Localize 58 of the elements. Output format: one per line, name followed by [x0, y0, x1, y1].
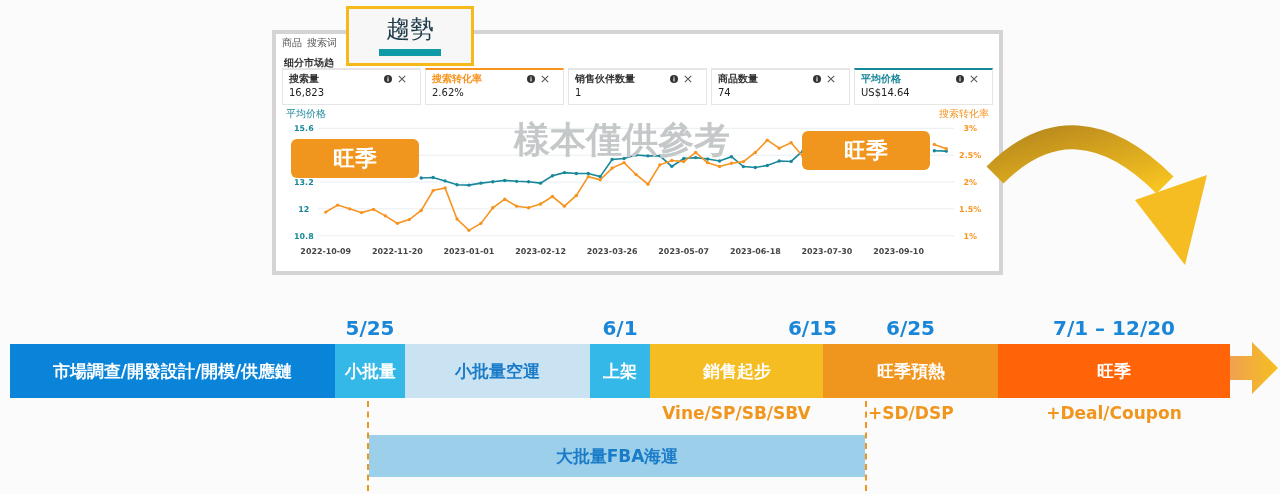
phase-segment: 旺季預熱: [823, 344, 998, 398]
phase-segment: 市場調查/開發設計/開模/供應鏈: [10, 344, 335, 398]
x-tick-label: 2022-11-20: [371, 246, 423, 256]
metric-value: US$14.64: [861, 87, 911, 98]
section-title: 细分市场趋: [284, 57, 334, 68]
y-tick-label: 2%: [963, 178, 977, 187]
axis-title: 搜索转化率: [939, 108, 989, 120]
y-tick-label: 10.8: [294, 231, 314, 241]
axis-title: 平均价格: [286, 108, 326, 120]
y-tick-label: 1%: [963, 231, 977, 241]
y-tick-label: 3%: [963, 124, 977, 134]
phase-segment: 小批量空運: [405, 344, 590, 398]
metric-label: 销售伙伴数量: [575, 72, 636, 86]
metric-value: 1: [575, 87, 583, 98]
phase-segment: 上架: [590, 344, 650, 398]
metric-label: 商品数量: [718, 72, 759, 86]
callout-title: 趨勢: [386, 14, 434, 45]
milestone-date: 6/1: [602, 316, 638, 340]
milestone-date: 6/15: [787, 316, 837, 340]
ad-note: +SD/DSP: [868, 403, 954, 423]
y-tick-label: 2.5%: [959, 151, 982, 161]
metric-value: 2.62%: [432, 87, 465, 98]
watermark-text: 樣本僅供參考: [514, 118, 730, 162]
tab[interactable]: 搜索词: [307, 36, 337, 50]
ad-note: +Deal/Coupon: [1046, 403, 1182, 423]
ad-note: Vine/SP/SB/SBV: [662, 403, 811, 423]
y-tick-label: 15.6: [294, 124, 314, 134]
metric-card[interactable]: 销售伙伴数量 1: [568, 68, 707, 105]
x-tick-label: 2023-07-30: [801, 246, 853, 256]
metric-value: 16,823: [289, 87, 325, 98]
milestone-date: 7/1 – 12/20: [1053, 316, 1175, 340]
metric-label: 搜索转化率: [432, 72, 483, 86]
metric-card[interactable]: 平均价格 US$14.64: [854, 68, 993, 105]
y-tick-label: 12: [298, 204, 310, 214]
x-tick-label: 2023-01-01: [443, 246, 495, 256]
x-tick-label: 2023-09-10: [873, 246, 924, 256]
milestone-date: 6/25: [885, 316, 936, 340]
shipping-bar: 大批量FBA海運: [369, 435, 865, 477]
metric-label: 搜索量: [289, 72, 320, 86]
x-tick-label: 2023-02-12: [515, 246, 566, 256]
x-tick-label: 2022-10-09: [300, 246, 352, 256]
x-tick-label: 2023-03-26: [586, 246, 638, 256]
season-label: 旺季: [291, 139, 419, 178]
metric-label: 平均价格: [861, 72, 902, 86]
metric-value: 74: [718, 87, 732, 98]
y-tick-label: 13.2: [294, 178, 314, 187]
x-tick-label: 2023-06-18: [729, 246, 781, 256]
metric-card[interactable]: 搜索转化率 2.62%: [425, 68, 564, 105]
phase-segment: 銷售起步: [650, 344, 823, 398]
x-tick-label: 2023-05-07: [658, 246, 710, 256]
phase-segment: 旺季: [998, 344, 1230, 398]
tab[interactable]: 商品: [282, 36, 302, 50]
metric-card[interactable]: 商品数量 74: [711, 68, 850, 105]
season-label: 旺季: [802, 131, 930, 170]
milestone-date: 5/25: [345, 316, 395, 340]
metric-card[interactable]: 搜索量 16,823: [282, 68, 421, 105]
y-tick-label: 1.5%: [959, 204, 982, 214]
phase-segment: 小批量: [335, 344, 405, 398]
